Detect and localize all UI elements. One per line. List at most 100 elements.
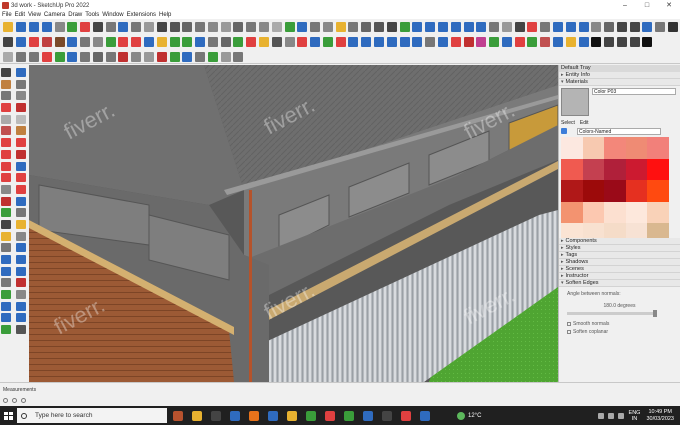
toolbar-tool-icon[interactable] [425,21,436,32]
taskbar-app-button[interactable] [359,406,376,425]
drawing-tool-icon[interactable] [16,103,26,113]
toolbar-tool-icon[interactable] [476,21,487,32]
taskbar-app-button[interactable] [207,406,224,425]
panel-scenes[interactable]: ▸ Scenes [559,266,680,273]
toolbar-tool-icon[interactable] [437,37,448,47]
color-swatch[interactable] [561,137,583,159]
color-swatch[interactable] [604,223,626,238]
material-name-field[interactable]: Color P03 [592,88,676,95]
toolbar-tool-icon[interactable] [182,21,193,32]
toolbar-tool-icon[interactable] [105,37,116,47]
panel-soften-edges[interactable]: ▾ Soften Edges [559,280,680,287]
geo-location-icon[interactable] [3,398,8,403]
toolbar-tool-icon[interactable] [552,21,563,32]
taskbar-search[interactable]: Type here to search [17,408,167,423]
toolbar-tool-icon[interactable] [578,21,589,32]
drawing-tool-icon[interactable] [1,79,11,89]
panel-styles[interactable]: ▸ Styles [559,245,680,252]
toolbar-tool-icon[interactable] [271,21,282,32]
toolbar-tool-icon[interactable] [220,51,231,62]
drawing-tool-icon[interactable] [16,138,26,148]
toolbar-tool-icon[interactable] [246,21,257,32]
toolbar-tool-icon[interactable] [220,21,231,32]
toolbar-tool-icon[interactable] [322,37,333,47]
color-swatch[interactable] [582,223,604,238]
minimize-button[interactable]: – [614,0,636,11]
color-swatch[interactable] [625,223,647,238]
toolbar-tool-icon[interactable] [80,51,91,62]
taskbar-app-button[interactable] [264,406,281,425]
toolbar-tool-icon[interactable] [28,51,39,62]
menu-extensions[interactable]: Extensions [127,12,156,18]
toolbar-tool-icon[interactable] [348,21,359,32]
toolbar-tool-icon[interactable] [591,37,602,47]
start-button[interactable] [0,406,16,425]
drawing-tool-icon[interactable] [1,103,11,113]
tab-edit[interactable]: Edit [580,120,589,126]
color-swatch[interactable] [647,158,669,180]
drawing-tool-icon[interactable] [16,184,26,194]
drawing-tool-icon[interactable] [16,114,26,124]
language-indicator[interactable]: ENG IN [629,410,641,422]
toolbar-tool-icon[interactable] [412,37,423,47]
color-swatch[interactable] [625,158,647,180]
panel-shadows[interactable]: ▸ Shadows [559,259,680,266]
toolbar-tool-icon[interactable] [565,21,576,32]
slider-thumb[interactable] [653,310,657,317]
toolbar-tool-icon[interactable] [604,21,615,32]
color-swatch[interactable] [582,180,604,202]
toolbar-tool-icon[interactable] [233,51,244,62]
drawing-tool-icon[interactable] [1,126,11,136]
toolbar-tool-icon[interactable] [41,21,52,32]
toolbar-tool-icon[interactable] [399,37,410,47]
color-swatch[interactable] [561,180,583,202]
toolbar-tool-icon[interactable] [54,37,65,47]
toolbar-tool-icon[interactable] [591,21,602,32]
toolbar-tool-icon[interactable] [501,37,512,47]
chevron-up-icon[interactable] [597,412,604,419]
toolbar-tool-icon[interactable] [143,51,154,62]
toolbar-tool-icon[interactable] [3,51,14,62]
taskbar-app-button[interactable] [340,406,357,425]
drawing-tool-icon[interactable] [1,231,11,241]
3d-viewport[interactable]: fiverr. fiverr. fiverr. fiverr. fiverr. … [29,65,558,382]
color-swatch[interactable] [604,158,626,180]
menu-tools[interactable]: Tools [85,12,99,18]
color-swatch[interactable] [561,223,583,238]
toolbar-tool-icon[interactable] [399,21,410,32]
toolbar-tool-icon[interactable] [207,21,218,32]
toolbar-tool-icon[interactable] [514,21,525,32]
toolbar-tool-icon[interactable] [386,21,397,32]
color-swatch[interactable] [582,137,604,159]
drawing-tool-icon[interactable] [16,149,26,159]
toolbar-tool-icon[interactable] [540,21,551,32]
drawing-tool-icon[interactable] [1,196,11,206]
menu-draw[interactable]: Draw [68,12,82,18]
toolbar-tool-icon[interactable] [361,21,372,32]
color-swatch[interactable] [582,201,604,223]
color-swatch[interactable] [561,201,583,223]
toolbar-tool-icon[interactable] [67,21,78,32]
drawing-tool-icon[interactable] [1,290,11,300]
toolbar-tool-icon[interactable] [604,37,615,47]
color-swatch[interactable] [604,180,626,202]
toolbar-tool-icon[interactable] [322,21,333,32]
toolbar-tool-icon[interactable] [105,21,116,32]
toolbar-tool-icon[interactable] [259,21,270,32]
close-button[interactable]: ✕ [658,0,680,11]
taskbar-app-button[interactable] [302,406,319,425]
toolbar-tool-icon[interactable] [143,37,154,47]
info-icon[interactable] [21,398,26,403]
taskbar-app-button[interactable] [416,406,433,425]
toolbar-tool-icon[interactable] [412,21,423,32]
toolbar-tool-icon[interactable] [92,37,103,47]
toolbar-tool-icon[interactable] [207,37,218,47]
toolbar-tool-icon[interactable] [552,37,563,47]
toolbar-tool-icon[interactable] [207,51,218,62]
drawing-tool-icon[interactable] [16,196,26,206]
toolbar-tool-icon[interactable] [118,51,129,62]
panel-instructor[interactable]: ▸ Instructor [559,273,680,280]
menu-camera[interactable]: Camera [44,12,65,18]
drawing-tool-icon[interactable] [16,91,26,101]
clock[interactable]: 10:49 PM 30/03/2023 [646,409,674,423]
